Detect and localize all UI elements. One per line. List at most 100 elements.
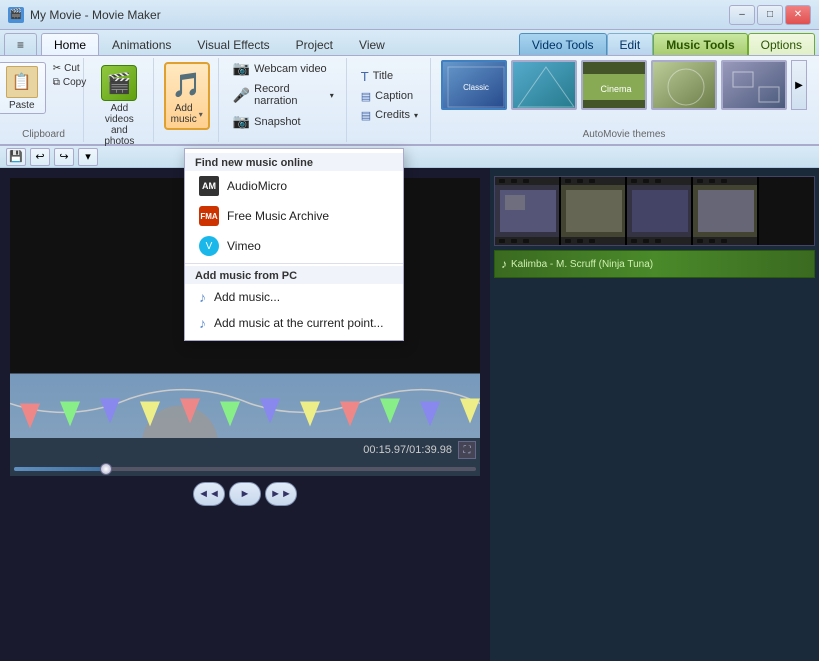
tab-music-tools[interactable]: Music Tools	[653, 33, 747, 55]
themes-strip: Classic Cinema	[441, 60, 807, 110]
add-music-item[interactable]: ♪ Add music...	[185, 284, 403, 310]
caption-icon: ▤	[361, 90, 371, 103]
progress-track[interactable]	[14, 467, 476, 471]
tab-options[interactable]: Options	[748, 33, 815, 55]
webcam-icon: 📷	[233, 60, 250, 77]
tab-animations[interactable]: Animations	[99, 33, 184, 55]
clipboard-small-buttons: ✂ Cut ⧉ Copy	[50, 62, 90, 89]
theme-contemporary[interactable]	[511, 60, 577, 110]
paste-button[interactable]: 📋 Paste	[0, 62, 46, 114]
credits-label: Credits	[375, 109, 410, 121]
copy-icon: ⧉	[53, 77, 60, 88]
add-music-at-point-item[interactable]: ♪ Add music at the current point...	[185, 310, 403, 336]
fullscreen-button[interactable]: ⛶	[458, 441, 476, 459]
undo-button[interactable]: ↩	[30, 148, 50, 166]
app-menu-tab[interactable]: ≡	[4, 33, 37, 55]
credits-icon: ▤	[361, 109, 371, 122]
film-frame-2[interactable]	[561, 177, 627, 245]
play-button[interactable]: ►	[229, 482, 261, 506]
snapshot-label: Snapshot	[254, 116, 300, 128]
tab-edit[interactable]: Edit	[607, 33, 654, 55]
add-videos-label: Add videos and photos	[97, 103, 142, 147]
film-frame-3[interactable]	[627, 177, 693, 245]
add-music-button[interactable]: 🎵 Add music ▾	[164, 62, 210, 130]
title-bar: 🎬 My Movie - Movie Maker – □ ✕	[0, 0, 819, 30]
dropdown-separator	[185, 263, 403, 264]
snapshot-button[interactable]: 📷 Snapshot	[229, 111, 338, 132]
theme-cinematic[interactable]: Cinema	[581, 60, 647, 110]
add-music-dropdown: Find new music online AM AudioMicro FMA …	[184, 148, 404, 341]
theme-classic[interactable]: Classic	[441, 60, 507, 110]
close-button[interactable]: ✕	[785, 5, 811, 25]
automovie-label: AutoMovie themes	[433, 129, 815, 140]
vimeo-item[interactable]: V Vimeo	[185, 231, 403, 261]
ribbon-tabs-bar: ≡ Home Animations Visual Effects Project…	[0, 30, 819, 56]
app-icon: 🎬	[8, 7, 24, 23]
paste-label: Paste	[9, 100, 35, 111]
audiomicro-icon: AM	[199, 176, 219, 196]
automovie-group: Classic Cinema	[433, 58, 815, 142]
film-frame-1[interactable]	[495, 177, 561, 245]
find-online-header: Find new music online	[185, 153, 403, 171]
tab-project[interactable]: Project	[283, 33, 346, 55]
minimize-button[interactable]: –	[729, 5, 755, 25]
copy-button[interactable]: ⧉ Copy	[50, 76, 90, 89]
cut-button[interactable]: ✂ Cut	[50, 62, 90, 75]
timeline-area: ♪ Kalimba - M. Scruff (Ninja Tuna)	[490, 168, 819, 661]
theme-fade[interactable]	[651, 60, 717, 110]
narration-group: 📷 Webcam video 🎤 Record narration ▾ 📷 Sn…	[221, 58, 347, 142]
music-track[interactable]: ♪ Kalimba - M. Scruff (Ninja Tuna)	[494, 250, 815, 278]
webcam-label: Webcam video	[254, 63, 327, 75]
fma-item[interactable]: FMA Free Music Archive	[185, 201, 403, 231]
film-frame-4[interactable]	[693, 177, 759, 245]
fma-icon: FMA	[199, 206, 219, 226]
caption-label: Caption	[375, 90, 413, 102]
add-music-item-label: Add music...	[214, 290, 280, 304]
camera-icon: 📷	[233, 113, 250, 130]
vimeo-label: Vimeo	[227, 239, 261, 253]
tab-home[interactable]: Home	[41, 33, 99, 55]
add-music-label: Add music	[171, 103, 197, 125]
clipboard-group: 📋 Paste ✂ Cut ⧉ Copy Clipboard	[4, 58, 84, 142]
caption-button[interactable]: ▤ Caption	[357, 88, 422, 105]
svg-text:Cinema: Cinema	[600, 84, 631, 94]
theme-pan-zoom[interactable]	[721, 60, 787, 110]
music-note-icon: ♪	[501, 257, 507, 271]
add-videos-group[interactable]: 🎬 Add videos and photos	[86, 58, 154, 142]
record-narration-arrow: ▾	[330, 91, 334, 100]
quick-access-menu[interactable]: ▾	[78, 148, 98, 166]
transport-controls: ◄◄ ► ►►	[10, 476, 480, 512]
tab-video-tools[interactable]: Video Tools	[519, 33, 607, 55]
tab-visual-effects[interactable]: Visual Effects	[184, 33, 282, 55]
timestamp: 00:15.97/01:39.98	[363, 444, 452, 456]
music-track-label: Kalimba - M. Scruff (Ninja Tuna)	[511, 259, 653, 270]
prev-frame-button[interactable]: ◄◄	[193, 482, 225, 506]
timestamp-bar: 00:15.97/01:39.98 ⛶	[10, 438, 480, 462]
paste-icon: 📋	[6, 66, 38, 98]
maximize-button[interactable]: □	[757, 5, 783, 25]
record-narration-button[interactable]: 🎤 Record narration ▾	[229, 81, 338, 109]
credits-button[interactable]: ▤ Credits ▾	[357, 107, 422, 124]
window-controls: – □ ✕	[729, 5, 811, 25]
add-music-dropdown-arrow: ▾	[199, 110, 203, 119]
next-frame-button[interactable]: ►►	[265, 482, 297, 506]
note-icon-2: ♪	[199, 315, 206, 331]
audiomicro-item[interactable]: AM AudioMicro	[185, 171, 403, 201]
tab-view[interactable]: View	[346, 33, 398, 55]
webcam-video-button[interactable]: 📷 Webcam video	[229, 58, 338, 79]
from-pc-header: Add music from PC	[185, 266, 403, 284]
save-button[interactable]: 💾	[6, 148, 26, 166]
clipboard-group-label: Clipboard	[4, 129, 83, 140]
titles-group: T Title ▤ Caption ▤ Credits ▾	[349, 58, 431, 142]
vimeo-icon: V	[199, 236, 219, 256]
title-label: Title	[373, 70, 393, 82]
ribbon: 📋 Paste ✂ Cut ⧉ Copy Clipboard 🎬 Add vid…	[0, 56, 819, 146]
title-icon: T	[361, 69, 369, 84]
title-button[interactable]: T Title	[357, 67, 422, 86]
progress-thumb[interactable]	[100, 463, 112, 475]
add-videos-button[interactable]: 🎬 Add videos and photos	[94, 62, 145, 150]
progress-bar-wrap[interactable]	[10, 462, 480, 476]
themes-scroll-right[interactable]: ▶	[791, 60, 807, 110]
add-music-at-point-label: Add music at the current point...	[214, 316, 383, 330]
redo-button[interactable]: ↪	[54, 148, 74, 166]
